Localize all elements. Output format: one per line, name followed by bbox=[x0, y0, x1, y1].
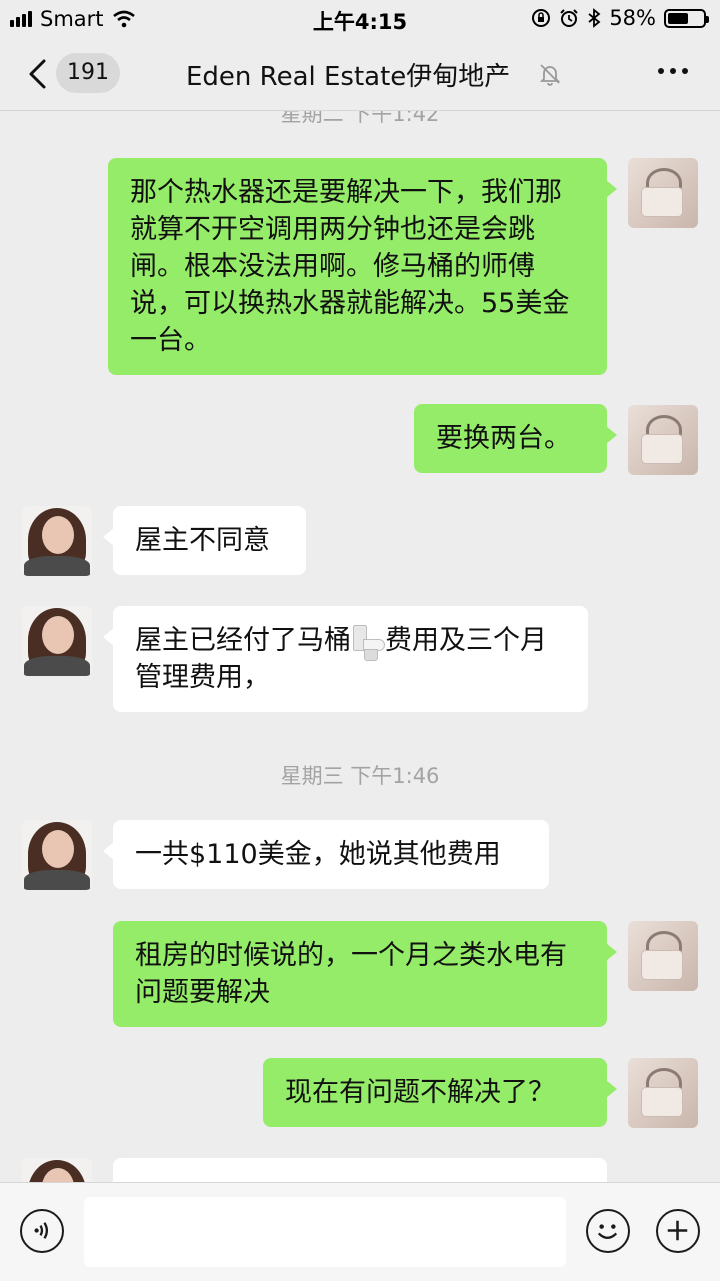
timestamp: 星期三 下午1:46 bbox=[280, 764, 440, 788]
unread-count-badge[interactable]: 191 bbox=[56, 53, 120, 93]
input-bar bbox=[0, 1182, 720, 1281]
contact-avatar[interactable] bbox=[22, 506, 92, 576]
message-bubble-other[interactable]: 屋主不同意 bbox=[103, 506, 306, 575]
battery-percent: 58% bbox=[609, 6, 656, 30]
battery-level bbox=[668, 12, 688, 24]
emoji-icon[interactable] bbox=[586, 1209, 630, 1253]
status-right: 58% bbox=[531, 6, 709, 30]
message-bubble-self[interactable]: 现在有问题不解决了？ bbox=[263, 1058, 617, 1127]
message-bubble-other[interactable] bbox=[103, 1158, 607, 1182]
message-text: 屋主已经付了马桶 bbox=[135, 625, 351, 656]
self-avatar[interactable] bbox=[628, 1058, 698, 1128]
message-bubble-self[interactable]: 那个热水器还是要解决一下，我们那就算不开空调用两分钟也还是会跳闸。根本没法用啊。… bbox=[108, 158, 617, 375]
nav-bar: 191 Eden Real Estate伊甸地产 bbox=[0, 38, 720, 111]
contact-avatar[interactable] bbox=[22, 820, 92, 890]
plus-icon[interactable] bbox=[656, 1209, 700, 1253]
rotation-lock-icon bbox=[532, 9, 551, 27]
more-icon[interactable] bbox=[658, 68, 688, 74]
timestamp: 星期二 下午1:42 bbox=[280, 110, 440, 126]
contact-avatar[interactable] bbox=[22, 1158, 92, 1182]
self-avatar[interactable] bbox=[628, 921, 698, 991]
self-avatar[interactable] bbox=[628, 405, 698, 475]
voice-icon[interactable] bbox=[20, 1209, 64, 1253]
message-bubble-self[interactable]: 租房的时候说的，一个月之类水电有问题要解决 bbox=[113, 921, 617, 1027]
message-bubble-self[interactable]: 要换两台。 bbox=[414, 404, 617, 473]
chat-area[interactable]: 星期二 下午1:42 那个热水器还是要解决一下，我们那就算不开空调用两分钟也还是… bbox=[0, 110, 720, 1182]
message-bubble-other[interactable]: 屋主已经付了马桶 费用及三个月管理费用， bbox=[103, 606, 588, 712]
message-input[interactable] bbox=[84, 1197, 566, 1267]
battery-icon bbox=[664, 8, 709, 28]
toilet-icon bbox=[353, 624, 385, 661]
alarm-icon bbox=[560, 9, 579, 27]
contact-avatar[interactable] bbox=[22, 606, 92, 676]
chevron-left-icon[interactable] bbox=[26, 58, 50, 90]
chat-title: Eden Real Estate伊甸地产 bbox=[186, 62, 511, 92]
message-bubble-other[interactable]: 一共$110美金，她说其他费用 bbox=[103, 820, 549, 889]
bluetooth-icon bbox=[588, 8, 601, 28]
status-bar: Smart 上午4:15 58% bbox=[0, 0, 720, 38]
self-avatar[interactable] bbox=[628, 158, 698, 228]
bell-muted-icon bbox=[539, 64, 561, 86]
